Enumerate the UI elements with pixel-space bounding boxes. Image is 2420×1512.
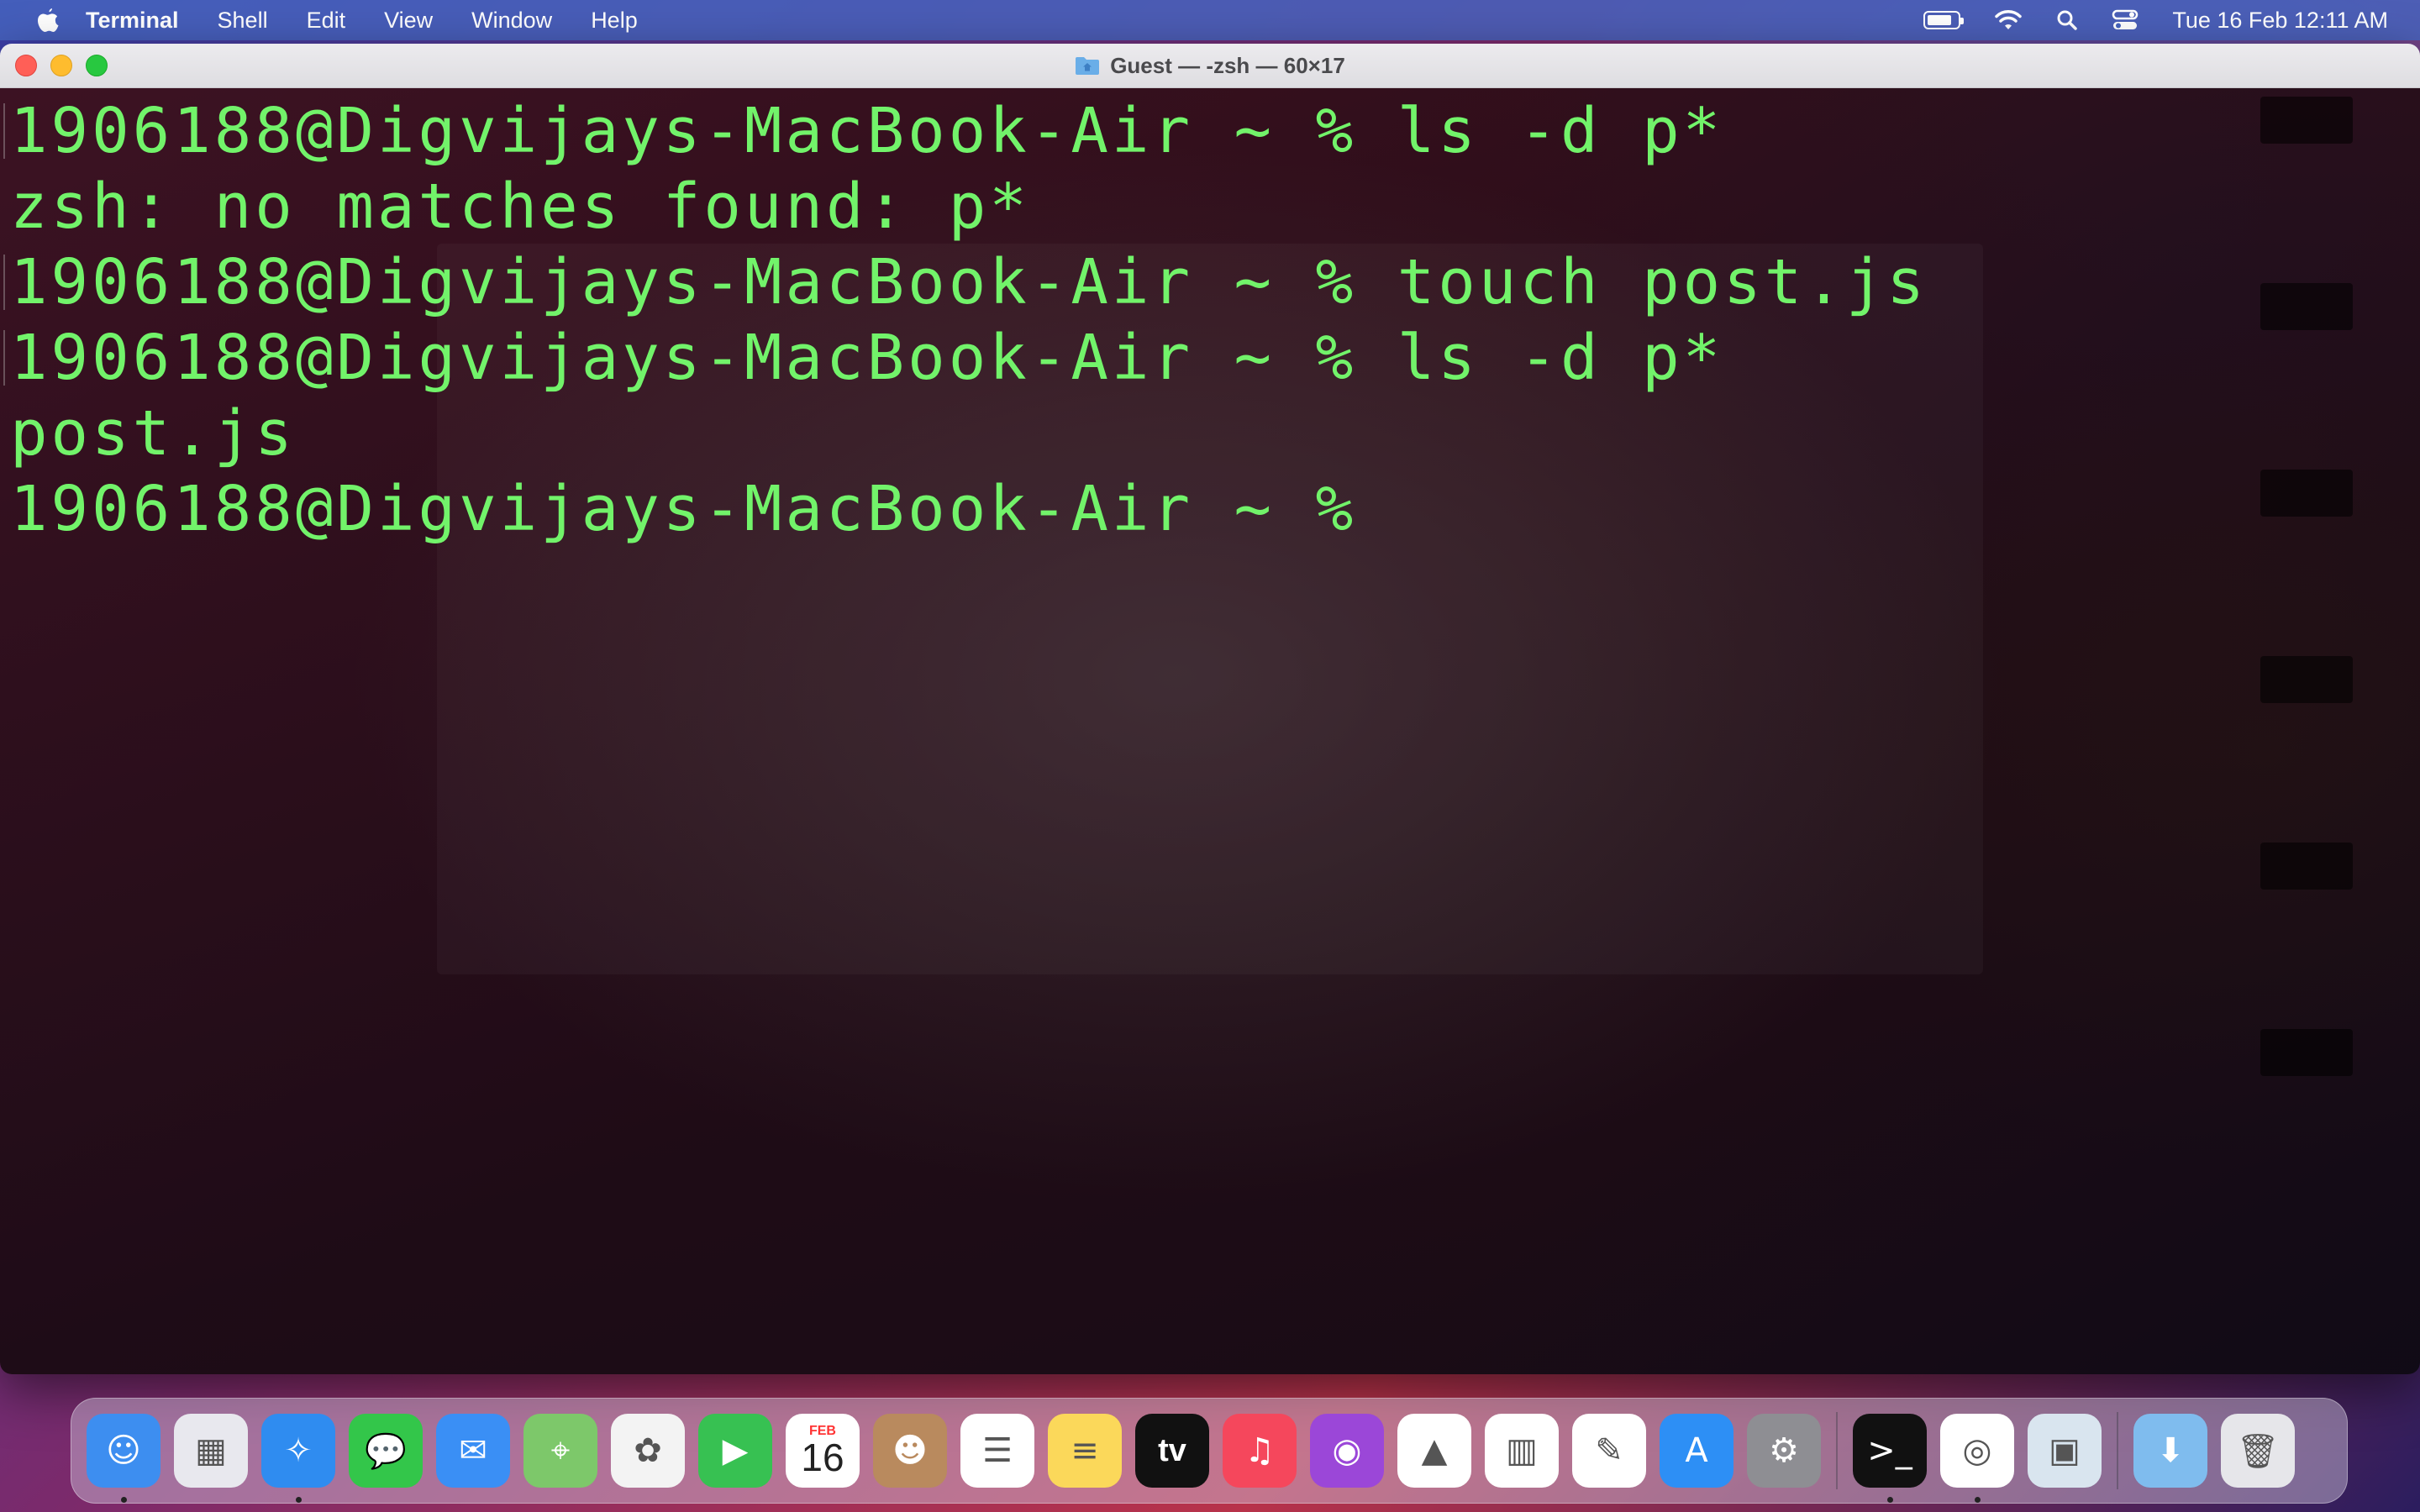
messages-icon[interactable]: 💬 [349, 1414, 423, 1488]
system-preferences-icon-glyph: ⚙ [1769, 1431, 1799, 1470]
contacts-icon[interactable]: ☻ [873, 1414, 947, 1488]
launchpad-icon-glyph: ▦ [195, 1431, 227, 1470]
music-icon-glyph: ♫ [1244, 1431, 1275, 1470]
dock-separator [2117, 1412, 2118, 1489]
notes-icon[interactable]: ≡ [1048, 1414, 1122, 1488]
menu-edit[interactable]: Edit [307, 8, 346, 34]
safari-icon[interactable]: ✧ [261, 1414, 335, 1503]
menu-clock[interactable]: Tue 16 Feb 12:11 AM [2172, 8, 2388, 34]
wifi-icon[interactable] [1994, 9, 2023, 31]
maps-icon-glyph: ⌖ [550, 1431, 571, 1470]
home-folder-icon [1076, 57, 1100, 75]
music-icon[interactable]: ♫ [1223, 1414, 1297, 1488]
keynote-icon-glyph: ▲ [1421, 1431, 1448, 1470]
window-title-group: Guest — -zsh — 60×17 [0, 44, 2420, 87]
preview-icon-glyph: ▣ [2049, 1431, 2081, 1470]
launchpad-icon[interactable]: ▦ [174, 1414, 248, 1488]
pages-icon[interactable]: ✎ [1572, 1414, 1646, 1488]
numbers-icon-glyph: ▥ [1506, 1431, 1538, 1470]
terminal-line-4: 1906188@Digvijays-MacBook-Air ~ % ls -d … [3, 320, 2420, 396]
terminal-prompt-line[interactable]: 1906188@Digvijays-MacBook-Air ~ % [10, 471, 2420, 547]
menu-app-name[interactable]: Terminal [86, 8, 179, 34]
numbers-icon[interactable]: ▥ [1485, 1414, 1559, 1488]
reminders-icon[interactable]: ☰ [960, 1414, 1034, 1488]
dock: ☺ ▦ ✧ 💬 ✉ ⌖ ✿ ▶ FEB 16 ☻ ☰ ≡ tv ♫ ◉ ▲ ▥ ✎ A ⚙ >_ ◎ ▣ ⬇ 🗑 [71, 1398, 2348, 1504]
chrome-icon-glyph: ◎ [1962, 1431, 1992, 1470]
maps-icon[interactable]: ⌖ [523, 1414, 597, 1488]
podcasts-icon-glyph: ◉ [1332, 1431, 1362, 1470]
menu-extras: Tue 16 Feb 12:11 AM [1923, 0, 2388, 40]
trash-icon[interactable]: 🗑 [2221, 1414, 2295, 1488]
terminal-icon[interactable]: >_ [1853, 1414, 1927, 1503]
facetime-icon-glyph: ▶ [722, 1431, 749, 1470]
reminders-icon-glyph: ☰ [982, 1431, 1013, 1470]
dock-separator [1836, 1412, 1838, 1489]
terminal-line-5: post.js [10, 397, 296, 470]
calendar-day-label: 16 [801, 1436, 844, 1479]
trash-icon-glyph: 🗑 [2236, 1431, 2280, 1471]
facetime-icon[interactable]: ▶ [698, 1414, 772, 1488]
terminal-window: Guest — -zsh — 60×17 1906188@Digvijays-M… [0, 44, 2420, 1374]
menu-help[interactable]: Help [591, 8, 638, 34]
menu-view[interactable]: View [384, 8, 433, 34]
mail-icon[interactable]: ✉ [436, 1414, 510, 1488]
system-preferences-icon[interactable]: ⚙ [1747, 1414, 1821, 1488]
podcasts-icon[interactable]: ◉ [1310, 1414, 1384, 1488]
window-titlebar[interactable]: Guest — -zsh — 60×17 [0, 44, 2420, 88]
finder-icon[interactable]: ☺ [87, 1414, 160, 1503]
downloads-folder-icon-glyph: ⬇ [2156, 1431, 2185, 1470]
running-indicator [1887, 1497, 1893, 1503]
terminal-line-2: zsh: no matches found: p* [10, 171, 1030, 243]
menu-shell[interactable]: Shell [218, 8, 268, 34]
notes-icon-glyph: ≡ [1071, 1431, 1099, 1470]
battery-icon[interactable] [1923, 11, 1965, 29]
running-indicator [296, 1497, 302, 1503]
photos-icon[interactable]: ✿ [611, 1414, 685, 1488]
app-store-icon[interactable]: A [1660, 1414, 1733, 1488]
terminal-icon-glyph: >_ [1867, 1431, 1912, 1470]
terminal-line-3: 1906188@Digvijays-MacBook-Air ~ % touch … [3, 244, 2420, 320]
messages-icon-glyph: 💬 [365, 1431, 407, 1471]
downloads-folder-icon[interactable]: ⬇ [2133, 1414, 2207, 1488]
pages-icon-glyph: ✎ [1595, 1431, 1623, 1470]
calendar-icon[interactable]: FEB 16 [786, 1414, 860, 1488]
preview-icon[interactable]: ▣ [2028, 1414, 2102, 1488]
mail-icon-glyph: ✉ [459, 1431, 487, 1470]
keynote-icon[interactable]: ▲ [1397, 1414, 1471, 1488]
tv-label: tv [1158, 1432, 1186, 1468]
control-center-icon[interactable] [2112, 8, 2139, 32]
running-indicator [121, 1497, 127, 1503]
apple-menu-icon[interactable] [29, 7, 67, 34]
terminal-output[interactable]: 1906188@Digvijays-MacBook-Air ~ % ls -d … [0, 88, 2420, 1374]
contacts-icon-glyph: ☻ [892, 1431, 928, 1470]
menu-window[interactable]: Window [471, 8, 552, 34]
spotlight-search-icon[interactable] [2056, 9, 2078, 31]
safari-icon-glyph: ✧ [284, 1431, 313, 1470]
chrome-icon[interactable]: ◎ [1940, 1414, 2014, 1503]
photos-icon-glyph: ✿ [634, 1431, 662, 1470]
finder-icon-glyph: ☺ [106, 1431, 141, 1470]
window-title: Guest — -zsh — 60×17 [1110, 52, 1345, 78]
terminal-line-1: 1906188@Digvijays-MacBook-Air ~ % ls -d … [3, 93, 2420, 169]
app-store-icon-glyph: A [1685, 1431, 1708, 1470]
running-indicator [1975, 1497, 1981, 1503]
tv-icon[interactable]: tv [1135, 1414, 1209, 1488]
menu-bar: Terminal Shell Edit View Window Help Tue… [0, 0, 2420, 40]
